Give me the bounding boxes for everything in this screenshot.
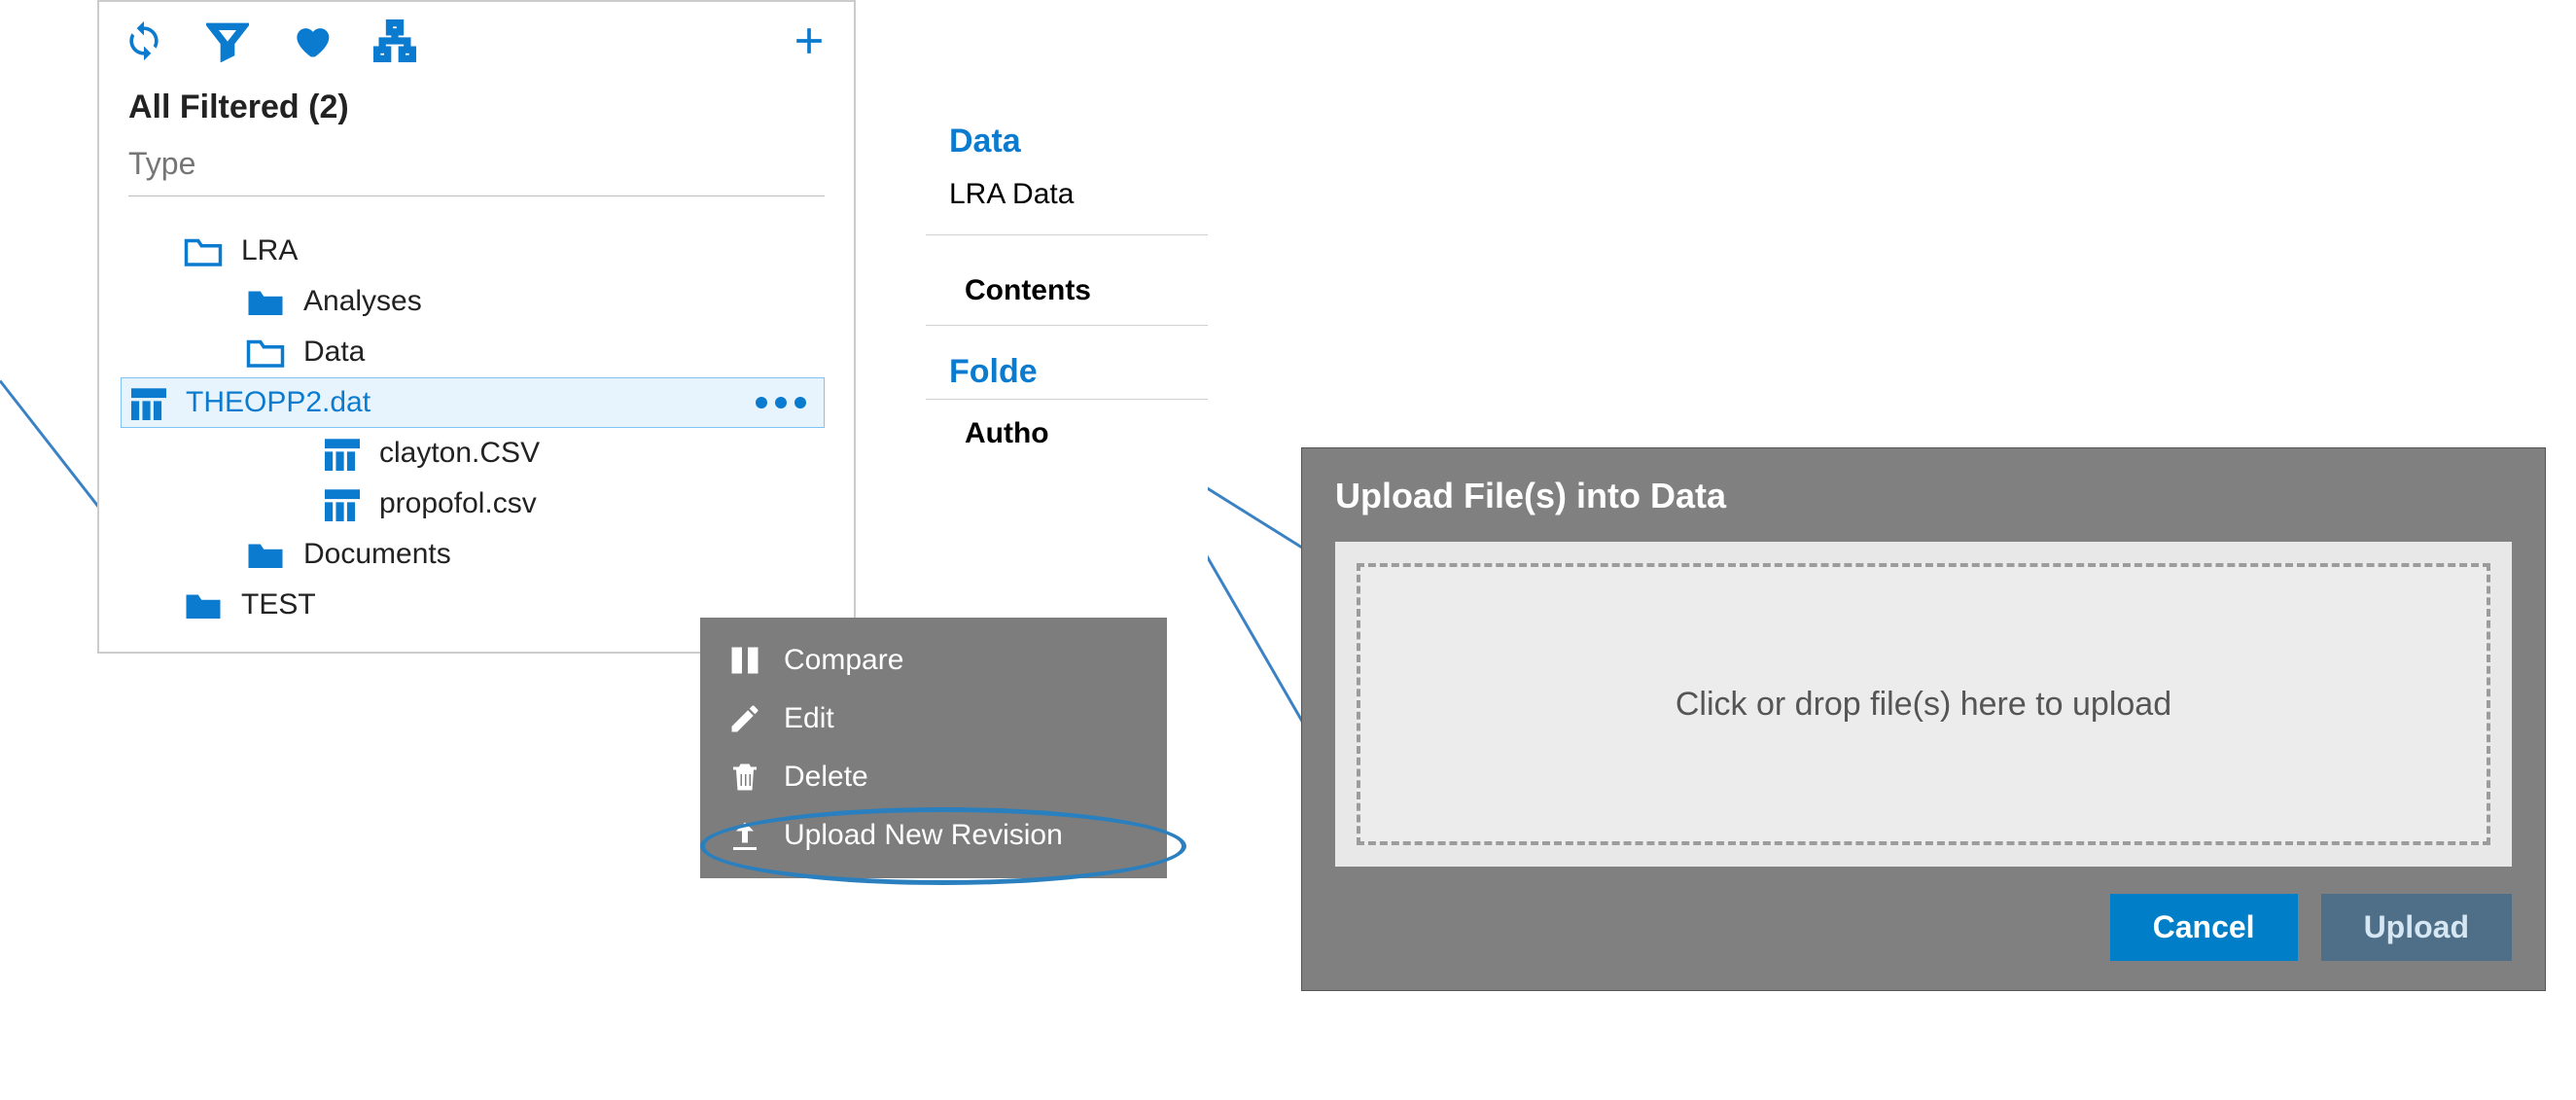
details-data-sub: LRA Data xyxy=(926,168,1208,235)
details-panel: Data LRA Data Contents Folde Autho xyxy=(926,99,1208,605)
dialog-title: Upload File(s) into Data xyxy=(1335,476,2512,516)
tree-label: THEOPP2.dat xyxy=(186,386,371,419)
tree-folder-analyses[interactable]: Analyses xyxy=(128,276,825,327)
folder-icon xyxy=(183,587,224,622)
upload-button[interactable]: Upload xyxy=(2321,894,2512,961)
details-folder-header: Folde xyxy=(926,326,1208,400)
file-dropzone[interactable]: Click or drop file(s) here to upload xyxy=(1357,563,2490,845)
refresh-icon[interactable] xyxy=(123,19,165,67)
folder-outline-icon xyxy=(245,335,286,370)
toolbar xyxy=(99,2,854,77)
tree-file-theopp2[interactable]: THEOPP2.dat xyxy=(121,377,825,428)
filter-title: All Filtered (2) xyxy=(128,89,825,126)
details-contents-header: Contents xyxy=(926,235,1208,326)
context-label: Compare xyxy=(784,644,903,677)
tree-label: clayton.CSV xyxy=(379,437,540,470)
cancel-button[interactable]: Cancel xyxy=(2110,894,2298,961)
tree-label: Data xyxy=(303,336,365,369)
data-file-icon xyxy=(129,385,168,420)
tree-folder-lra[interactable]: LRA xyxy=(128,226,825,276)
context-label: Edit xyxy=(784,702,834,735)
upload-dialog: Upload File(s) into Data Click or drop f… xyxy=(1301,447,2546,991)
tree-label: propofol.csv xyxy=(379,487,537,520)
data-file-icon xyxy=(323,486,362,521)
dialog-buttons: Cancel Upload xyxy=(1335,894,2512,961)
tree-label: TEST xyxy=(241,588,316,621)
tree-file-propofol[interactable]: propofol.csv xyxy=(128,479,825,529)
context-delete[interactable]: Delete xyxy=(700,748,1167,806)
folder-icon xyxy=(245,284,286,319)
dropzone-text: Click or drop file(s) here to upload xyxy=(1676,686,2171,724)
tree-label: LRA xyxy=(241,234,298,267)
dropzone-container: Click or drop file(s) here to upload xyxy=(1335,542,2512,867)
data-file-icon xyxy=(323,436,362,471)
file-tree: LRA Analyses Data THEOPP2.dat xyxy=(128,226,825,630)
folder-outline-icon xyxy=(183,233,224,268)
type-filter-input[interactable] xyxy=(128,140,825,196)
heart-icon[interactable] xyxy=(290,19,333,67)
tree-folder-data[interactable]: Data xyxy=(128,327,825,377)
context-label: Delete xyxy=(784,761,868,794)
add-plus-icon[interactable] xyxy=(788,19,830,67)
hierarchy-icon[interactable] xyxy=(373,19,416,67)
tree-label: Analyses xyxy=(303,285,422,318)
context-compare[interactable]: Compare xyxy=(700,631,1167,690)
tree-label: Documents xyxy=(303,538,451,571)
details-data-header: Data xyxy=(926,99,1208,168)
file-tree-panel: All Filtered (2) LRA Analyses Data xyxy=(97,0,856,654)
folder-icon xyxy=(245,537,286,572)
details-author-header: Autho xyxy=(926,400,1208,458)
more-actions-icon[interactable] xyxy=(756,397,806,408)
tree-file-clayton[interactable]: clayton.CSV xyxy=(128,428,825,479)
tree-folder-documents[interactable]: Documents xyxy=(128,529,825,580)
context-label: Upload New Revision xyxy=(784,819,1063,852)
context-menu: Compare Edit Delete Upload New Revision xyxy=(700,618,1167,878)
context-edit[interactable]: Edit xyxy=(700,690,1167,748)
context-upload-revision[interactable]: Upload New Revision xyxy=(700,806,1167,865)
filter-icon[interactable] xyxy=(206,19,249,67)
